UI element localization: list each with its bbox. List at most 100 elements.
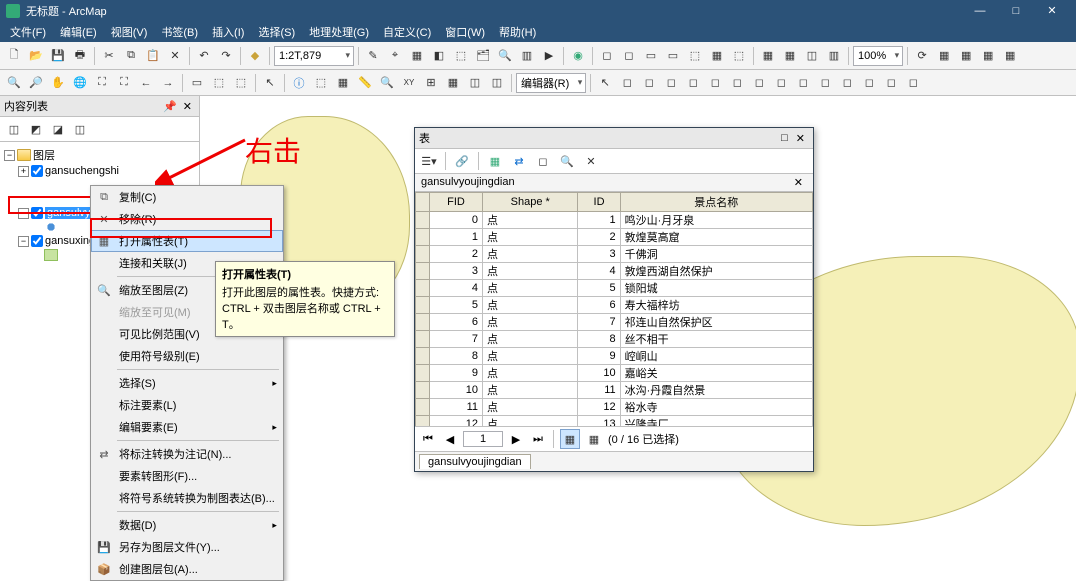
table-cell[interactable]: 裕水寺 <box>620 399 812 416</box>
pin-icon[interactable]: 📌 <box>160 100 180 113</box>
delete-icon[interactable]: ✕ <box>165 46 185 66</box>
table-cell[interactable]: 崆峒山 <box>620 348 812 365</box>
first-record-icon[interactable]: ⏮ <box>419 433 437 446</box>
context-menu-item[interactable]: 编辑要素(E) <box>91 416 283 438</box>
expand-icon[interactable]: + <box>18 166 29 177</box>
table-cell[interactable]: 丝不相干 <box>620 331 812 348</box>
tool-icon[interactable]: ▦ <box>407 46 427 66</box>
measure-icon[interactable]: 📏 <box>355 73 375 93</box>
menu-item[interactable]: 选择(S) <box>252 22 301 42</box>
tool-icon[interactable]: ⌖ <box>385 46 405 66</box>
table-cell[interactable]: 点 <box>483 280 578 297</box>
table-cell[interactable]: 点 <box>483 416 578 427</box>
last-record-icon[interactable]: ⏭ <box>529 433 547 446</box>
table-cell[interactable]: 7 <box>430 331 483 348</box>
xy-icon[interactable]: XY <box>399 73 419 93</box>
list-by-selection-icon[interactable]: ◫ <box>70 119 90 139</box>
zoom-out-icon[interactable]: 🔎 <box>26 73 46 93</box>
undo-icon[interactable]: ↶ <box>194 46 214 66</box>
table-cell[interactable]: 13 <box>578 416 620 427</box>
table-row[interactable]: 5点6寿大福梓坊 <box>416 297 813 314</box>
tool-icon[interactable]: ◻ <box>705 73 725 93</box>
context-menu-item[interactable]: 标注要素(L) <box>91 394 283 416</box>
table-cell[interactable]: 点 <box>483 348 578 365</box>
menu-item[interactable]: 插入(I) <box>206 22 250 42</box>
editor-tool-icon[interactable]: ✎ <box>363 46 383 66</box>
table-cell[interactable]: 8 <box>578 331 620 348</box>
table-cell[interactable]: 冰沟·丹霞自然景 <box>620 382 812 399</box>
table-row[interactable]: 8点9崆峒山 <box>416 348 813 365</box>
context-menu-item[interactable]: 📦创建图层包(A)... <box>91 558 283 580</box>
menu-item[interactable]: 窗口(W) <box>439 22 491 42</box>
tool-icon[interactable]: ⊞ <box>421 73 441 93</box>
identify-icon[interactable]: ⓘ <box>289 73 309 93</box>
table-cell[interactable]: 寿大福梓坊 <box>620 297 812 314</box>
table-cell[interactable]: 3 <box>430 263 483 280</box>
attr-bottom-tab[interactable]: gansulvyoujingdian <box>419 454 531 469</box>
column-header[interactable]: ID <box>578 193 620 212</box>
tool-icon[interactable]: ◻ <box>617 73 637 93</box>
tool-icon[interactable]: ⬚ <box>451 46 471 66</box>
table-cell[interactable]: 2 <box>578 229 620 246</box>
tool-icon[interactable]: ◫ <box>802 46 822 66</box>
tool-icon[interactable]: ◻ <box>639 73 659 93</box>
close-button[interactable]: ✕ <box>1034 0 1070 22</box>
context-menu-item[interactable]: ⇄将标注转换为注记(N)... <box>91 443 283 465</box>
tool-icon[interactable]: ◻ <box>903 73 923 93</box>
tool-icon[interactable]: ▦ <box>1000 46 1020 66</box>
tool-icon[interactable]: ▭ <box>663 46 683 66</box>
pan-icon[interactable]: ✋ <box>48 73 68 93</box>
context-menu-item[interactable]: 数据(D) <box>91 514 283 536</box>
table-row[interactable]: 0点1鸣沙山·月牙泉 <box>416 212 813 229</box>
table-cell[interactable]: 点 <box>483 399 578 416</box>
table-cell[interactable]: 点 <box>483 382 578 399</box>
tool-icon[interactable]: ⬚ <box>685 46 705 66</box>
tool-icon[interactable]: ▭ <box>641 46 661 66</box>
menu-item[interactable]: 自定义(C) <box>377 22 437 42</box>
column-header[interactable]: Shape * <box>483 193 578 212</box>
tool-icon[interactable]: ▦ <box>443 73 463 93</box>
table-cell[interactable]: 11 <box>430 399 483 416</box>
context-menu-item[interactable]: 将符号系统转换为制图表达(B)... <box>91 487 283 509</box>
table-cell[interactable]: 12 <box>578 399 620 416</box>
table-cell[interactable]: 点 <box>483 314 578 331</box>
python-icon[interactable]: ▶ <box>539 46 559 66</box>
table-row[interactable]: 12点13兴隆寺厂 <box>416 416 813 427</box>
tool-icon[interactable]: ▦ <box>978 46 998 66</box>
column-header[interactable]: 景点名称 <box>620 193 812 212</box>
menu-item[interactable]: 视图(V) <box>105 22 154 42</box>
cut-icon[interactable]: ✂ <box>99 46 119 66</box>
collapse-icon[interactable]: − <box>18 208 29 219</box>
table-cell[interactable]: 点 <box>483 246 578 263</box>
context-menu-item[interactable]: 💾另存为图层文件(Y)... <box>91 536 283 558</box>
table-cell[interactable]: 10 <box>430 382 483 399</box>
table-cell[interactable]: 1 <box>430 229 483 246</box>
full-extent-icon[interactable]: 🌐 <box>70 73 90 93</box>
tool-icon[interactable]: ◻ <box>881 73 901 93</box>
layer-name[interactable]: gansuchengshi <box>45 165 119 177</box>
collapse-icon[interactable]: − <box>18 236 29 247</box>
table-cell[interactable]: 敦煌莫高窟 <box>620 229 812 246</box>
tool-icon[interactable]: ◫ <box>487 73 507 93</box>
zoom-selected-icon[interactable]: 🔍 <box>557 151 577 171</box>
tool-icon[interactable]: ◫ <box>465 73 485 93</box>
menu-item[interactable]: 书签(B) <box>155 22 204 42</box>
maximize-button[interactable]: □ <box>998 0 1034 22</box>
table-row[interactable]: 2点3千佛洞 <box>416 246 813 263</box>
copy-icon[interactable]: ⧉ <box>121 46 141 66</box>
tool-icon[interactable]: ▦ <box>780 46 800 66</box>
table-row[interactable]: 6点7祁连山自然保护区 <box>416 314 813 331</box>
close-icon[interactable]: ✕ <box>180 100 195 113</box>
catalog-icon[interactable]: 🗂 <box>473 46 493 66</box>
table-cell[interactable]: 5 <box>578 280 620 297</box>
tool-icon[interactable]: ◻ <box>683 73 703 93</box>
tool-icon[interactable]: ⛶ <box>92 73 112 93</box>
tool-icon[interactable]: ▥ <box>824 46 844 66</box>
context-menu-item[interactable]: 使用符号级别(E) <box>91 345 283 367</box>
table-cell[interactable]: 10 <box>578 365 620 382</box>
tool-icon[interactable]: ◻ <box>727 73 747 93</box>
new-icon[interactable]: 🗋 <box>4 46 24 66</box>
table-cell[interactable]: 0 <box>430 212 483 229</box>
select-icon[interactable]: ▭ <box>187 73 207 93</box>
table-cell[interactable]: 点 <box>483 212 578 229</box>
